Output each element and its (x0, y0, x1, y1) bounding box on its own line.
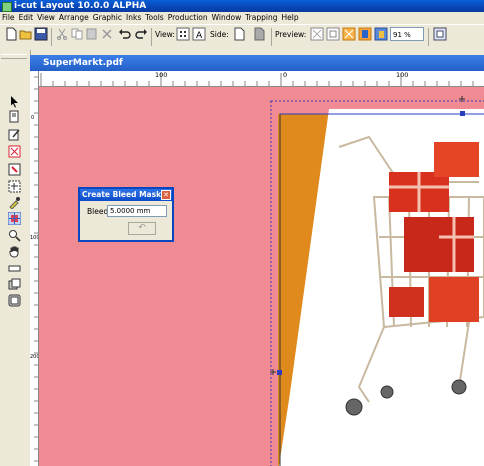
fit-page-icon[interactable] (433, 27, 447, 41)
rectangle-tool-icon[interactable] (8, 262, 21, 275)
document-tab[interactable]: SuperMarkt.pdf (30, 55, 484, 71)
artwork (270, 96, 484, 466)
top-bleed-handle[interactable] (460, 111, 465, 116)
view-grid-icon[interactable] (176, 27, 190, 41)
window-title: i-cut Layout 10.0.0 ALPHA (14, 1, 147, 11)
palette-grip (1, 54, 27, 59)
left-bleed-handle[interactable] (277, 370, 282, 375)
vertical-ruler: 0 100 200 (30, 71, 39, 466)
v-ruler-label-100: 100 (30, 235, 39, 241)
horizontal-ruler-ticks (40, 73, 474, 86)
bleed-label: Bleed (87, 207, 109, 216)
horizontal-ruler: 100 0 100 (38, 71, 484, 87)
arrow-select-icon[interactable] (8, 95, 21, 108)
preview-label: Preview: (275, 30, 307, 39)
menu-help[interactable]: Help (279, 12, 300, 24)
copy-icon[interactable] (70, 27, 84, 41)
side-front-icon[interactable] (232, 27, 246, 41)
menu-file[interactable]: File (0, 12, 17, 24)
undo-icon[interactable] (118, 27, 132, 41)
document-title: SuperMarkt.pdf (43, 58, 123, 68)
toolbar-buttons: View: A Side: Preview: 91 % (0, 24, 484, 50)
edit-tool-icon[interactable] (8, 128, 21, 141)
paste-icon[interactable] (85, 27, 99, 41)
title-bar: i-cut Layout 10.0.0 ALPHA (0, 0, 484, 12)
create-bleed-mask-dialog: Create Bleed Mask ✕ Bleed 5.0000 mm ↶ (78, 187, 174, 242)
crop-marks-icon[interactable] (8, 145, 21, 158)
menu-view[interactable]: View (35, 12, 57, 24)
v-ruler-label-200: 200 (30, 354, 39, 360)
menu-edit[interactable]: Edit (17, 12, 36, 24)
delete-icon[interactable] (100, 27, 114, 41)
preview-bleed-icon[interactable] (342, 27, 356, 41)
view-text-icon[interactable]: A (192, 27, 206, 41)
eyedropper-icon[interactable] (8, 196, 21, 209)
new-document-icon[interactable] (4, 27, 18, 41)
bleed-input[interactable]: 5.0000 mm (107, 205, 167, 217)
app-icon (2, 2, 12, 12)
h-ruler-label-100-left: 100 (155, 71, 168, 79)
zoom-tool-icon[interactable] (8, 229, 21, 242)
hand-tool-icon[interactable] (8, 245, 21, 258)
page-tool-icon[interactable] (8, 110, 21, 123)
dialog-title: Create Bleed Mask (82, 190, 162, 199)
menu-bar: File Edit View Arrange Graphic Inks Tools Produ… (0, 12, 484, 24)
vertical-ruler-ticks (34, 76, 38, 462)
view-label: View: (155, 30, 175, 39)
menu-trapping[interactable]: Trapping (243, 12, 279, 24)
frame-tool-icon[interactable] (8, 294, 21, 307)
side-back-icon[interactable] (252, 27, 266, 41)
menu-inks[interactable]: Inks (124, 12, 143, 24)
menu-arrange[interactable]: Arrange (57, 12, 91, 24)
svg-text:A: A (196, 31, 203, 41)
zoom-field[interactable]: 91 % (390, 27, 424, 41)
preview-color-icon[interactable] (358, 27, 372, 41)
mark-tool-icon[interactable] (8, 163, 21, 176)
dimension-tool-icon[interactable] (8, 180, 21, 193)
cut-icon[interactable] (55, 27, 69, 41)
close-icon[interactable]: ✕ (161, 190, 171, 200)
preview-separation-icon[interactable] (374, 27, 388, 41)
preview-none-icon[interactable] (310, 27, 324, 41)
dialog-title-bar[interactable]: Create Bleed Mask ✕ (80, 189, 172, 201)
save-icon[interactable] (34, 27, 48, 41)
h-ruler-label-0: 0 (283, 71, 288, 79)
menu-graphic[interactable]: Graphic (91, 12, 124, 24)
tool-palette (0, 50, 31, 466)
side-label: Side: (210, 30, 229, 39)
menu-tools[interactable]: Tools (143, 12, 165, 24)
v-ruler-label-0: 0 (31, 115, 35, 121)
open-folder-icon[interactable] (19, 27, 33, 41)
canvas-area[interactable] (39, 87, 484, 466)
dialog-undo-button[interactable]: ↶ (128, 222, 156, 235)
preview-trim-icon[interactable] (326, 27, 340, 41)
undo-icon: ↶ (138, 223, 146, 233)
menu-production[interactable]: Production (166, 12, 210, 24)
menu-window[interactable]: Window (210, 12, 244, 24)
bleed-mask-tool-icon[interactable] (8, 212, 21, 225)
redo-icon[interactable] (134, 27, 148, 41)
layers-tool-icon[interactable] (8, 278, 21, 291)
h-ruler-label-100-right: 100 (396, 71, 409, 79)
